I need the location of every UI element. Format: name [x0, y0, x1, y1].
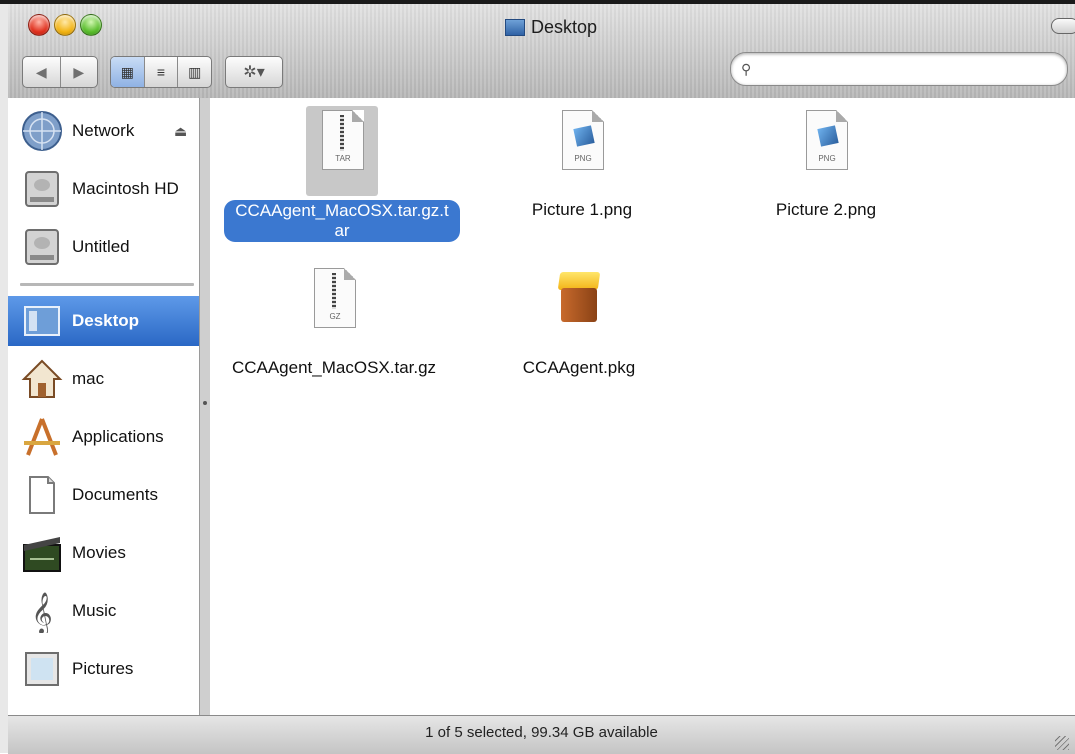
- toolbar-toggle-button[interactable]: [1051, 18, 1075, 34]
- search-icon: ⚲: [741, 60, 752, 77]
- window-title-text: Desktop: [531, 16, 598, 37]
- sidebar-item-label: Music: [72, 601, 117, 620]
- tar-archive-icon: TAR: [306, 106, 378, 196]
- eject-icon[interactable]: ⏏: [174, 123, 187, 140]
- sidebar-item-pictures[interactable]: Pictures: [8, 644, 199, 694]
- file-name[interactable]: Picture 2.png: [706, 200, 946, 220]
- sidebar-item-label: Macintosh HD: [72, 179, 179, 198]
- movies-icon: [20, 531, 64, 575]
- sidebar-item-label: Desktop: [72, 311, 140, 330]
- file-name[interactable]: Picture 1.png: [462, 200, 702, 220]
- back-forward-buttons: ◀ ▶: [22, 56, 98, 88]
- file-item-picture-1[interactable]: PNG Picture 1.png: [462, 106, 702, 220]
- file-item-gz[interactable]: GZ CCAAgent_MacOSX.tar.gz: [214, 264, 454, 378]
- gz-archive-icon: GZ: [298, 264, 370, 354]
- file-icon-view: TAR CCAAgent_MacOSX.tar.gz.tar PNG Pictu…: [210, 98, 1075, 715]
- png-image-icon: PNG: [790, 106, 862, 196]
- sidebar: Network ⏏ Macintosh HD Untitled Desktop: [8, 98, 200, 715]
- splitter-handle-icon: [203, 401, 207, 405]
- file-item-picture-2[interactable]: PNG Picture 2.png: [706, 106, 946, 220]
- finder-window: Desktop ◀ ▶ ▦ ≡ ▥ ✲▾ ⚲ Network ⏏ Macinto…: [0, 0, 1075, 754]
- sidebar-item-label: Network: [72, 121, 135, 140]
- status-text: 1 of 5 selected, 99.34 GB available: [425, 724, 658, 741]
- hard-disk-icon: [20, 225, 64, 269]
- file-name[interactable]: CCAAgent_MacOSX.tar.gz: [214, 358, 454, 378]
- sidebar-item-label: mac: [72, 369, 105, 388]
- desktop-icon: [20, 299, 64, 343]
- sidebar-item-macintosh-hd[interactable]: Macintosh HD: [8, 164, 199, 214]
- sidebar-item-label: Untitled: [72, 237, 130, 256]
- file-item-tar[interactable]: TAR CCAAgent_MacOSX.tar.gz.tar: [222, 106, 462, 242]
- sidebar-item-music[interactable]: 𝄞 Music: [8, 586, 199, 636]
- close-button[interactable]: [28, 14, 50, 36]
- file-item-pkg[interactable]: CCAAgent.pkg: [459, 264, 699, 378]
- svg-text:𝄞: 𝄞: [31, 592, 52, 633]
- pictures-icon: [20, 647, 64, 691]
- png-image-icon: PNG: [546, 106, 618, 196]
- sidebar-item-untitled[interactable]: Untitled: [8, 222, 199, 272]
- package-icon: [543, 264, 615, 354]
- music-icon: 𝄞: [20, 589, 64, 633]
- sidebar-item-label: Documents: [72, 485, 158, 504]
- resize-grip-icon[interactable]: [1055, 736, 1069, 750]
- zoom-button[interactable]: [80, 14, 102, 36]
- sidebar-divider: [20, 283, 194, 286]
- hard-disk-icon: [20, 167, 64, 211]
- sidebar-item-movies[interactable]: Movies: [8, 528, 199, 578]
- status-bar: 1 of 5 selected, 99.34 GB available: [8, 715, 1075, 754]
- column-view-button[interactable]: ▥: [178, 57, 211, 87]
- list-view-button[interactable]: ≡: [145, 57, 179, 87]
- window-edge: [0, 0, 8, 753]
- file-name[interactable]: CCAAgent.pkg: [459, 358, 699, 378]
- sidebar-item-applications[interactable]: Applications: [8, 412, 199, 462]
- title-bar: Desktop ◀ ▶ ▦ ≡ ▥ ✲▾ ⚲: [8, 4, 1075, 99]
- desktop-folder-icon: [505, 18, 525, 36]
- window-title: Desktop: [505, 16, 597, 38]
- forward-button[interactable]: ▶: [60, 64, 97, 81]
- network-globe-icon: [20, 109, 64, 153]
- sidebar-item-label: Movies: [72, 543, 126, 562]
- icon-view-button[interactable]: ▦: [111, 57, 145, 87]
- sidebar-item-label: Pictures: [72, 659, 134, 678]
- sidebar-item-network[interactable]: Network ⏏: [8, 106, 199, 156]
- sidebar-item-desktop[interactable]: Desktop: [8, 296, 199, 346]
- search-field[interactable]: ⚲: [730, 52, 1068, 86]
- file-name[interactable]: CCAAgent_MacOSX.tar.gz.tar: [224, 200, 460, 242]
- view-mode-buttons: ▦ ≡ ▥: [110, 56, 212, 88]
- action-menu-button[interactable]: ✲▾: [225, 56, 283, 88]
- sidebar-item-mac[interactable]: mac: [8, 354, 199, 404]
- search-input[interactable]: [759, 60, 1044, 78]
- documents-icon: [20, 473, 64, 517]
- home-icon: [20, 357, 64, 401]
- sidebar-item-documents[interactable]: Documents: [8, 470, 199, 520]
- back-button[interactable]: ◀: [23, 64, 60, 81]
- sidebar-item-label: Applications: [72, 427, 164, 446]
- minimize-button[interactable]: [54, 14, 76, 36]
- applications-icon: [20, 415, 64, 459]
